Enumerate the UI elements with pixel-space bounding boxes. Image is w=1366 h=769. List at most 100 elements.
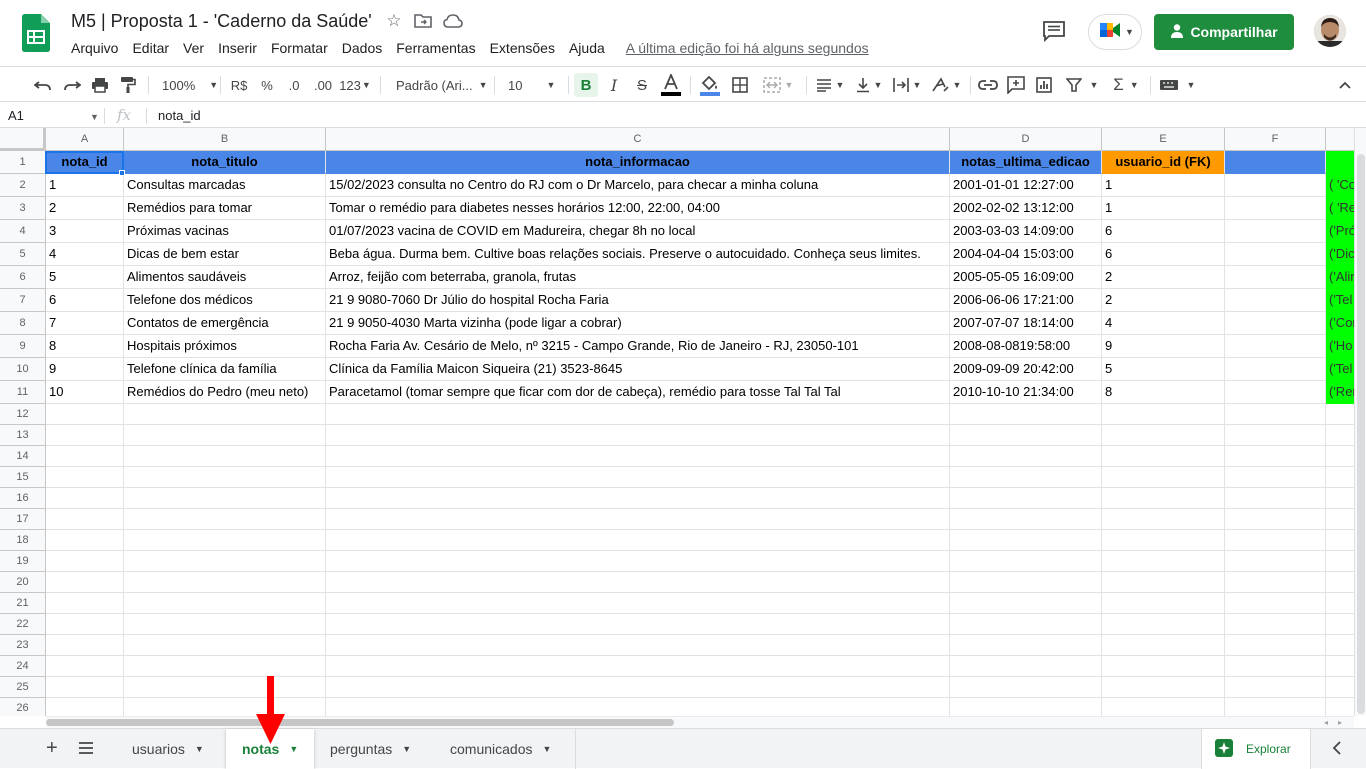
print-icon[interactable] [89,73,111,97]
cell[interactable] [950,677,1102,698]
menu-arquivo[interactable]: Arquivo [71,40,118,56]
cell[interactable] [950,404,1102,425]
cell[interactable] [1326,551,1354,572]
cell[interactable] [46,698,124,716]
cell[interactable] [1225,243,1326,266]
cell[interactable] [46,446,124,467]
spreadsheet-grid[interactable]: A B C D E F 1 2 3 4 5 6 7 8 9 10 11 12 13 14 15 16 17 18 19 20 21 2… [0,128,1354,716]
cell[interactable]: 7 [46,312,124,335]
strikethrough-icon[interactable]: S [631,73,653,97]
cell[interactable] [46,404,124,425]
cell[interactable]: Telefone dos médicos [124,289,326,312]
cell[interactable] [1102,509,1225,530]
cell[interactable]: ('Rer [1326,381,1354,404]
cell[interactable]: Arroz, feijão com beterraba, granola, fr… [326,266,950,289]
text-wrap-icon[interactable]: ▼ [890,73,924,97]
cell[interactable]: 1 [1102,197,1225,220]
cell[interactable]: Tomar o remédio para diabetes nesses hor… [326,197,950,220]
cell[interactable] [326,467,950,488]
cell[interactable]: 8 [1102,381,1225,404]
cell[interactable] [1225,698,1326,716]
horizontal-align-icon[interactable]: ▼ [812,73,848,97]
cell[interactable] [1326,572,1354,593]
redo-icon[interactable] [61,73,83,97]
row-header-9[interactable]: 9 [0,335,46,358]
scroll-left-icon[interactable]: ◂ [1324,718,1328,727]
cell[interactable] [1102,488,1225,509]
input-tools-icon[interactable]: ▼ [1156,73,1198,97]
column-header-d[interactable]: D [950,128,1102,151]
row-header-12[interactable]: 12 [0,404,46,425]
cell[interactable] [124,509,326,530]
cloud-saved-icon[interactable] [442,10,464,32]
italic-icon[interactable]: I [603,73,625,97]
undo-icon[interactable] [32,73,54,97]
cell[interactable] [46,572,124,593]
column-header-e[interactable]: E [1102,128,1225,151]
vertical-align-icon[interactable]: ▼ [852,73,886,97]
chevron-down-icon[interactable]: ▼ [90,112,99,122]
cell[interactable] [1225,593,1326,614]
cell[interactable] [124,614,326,635]
row-header-7[interactable]: 7 [0,289,46,312]
cell[interactable] [124,656,326,677]
header-cell[interactable]: nota_id [46,151,124,174]
row-header-23[interactable]: 23 [0,635,46,656]
cell[interactable] [124,425,326,446]
cell[interactable] [1225,467,1326,488]
meet-button[interactable]: ▼ [1088,14,1142,50]
column-header-b[interactable]: B [124,128,326,151]
comments-icon[interactable] [1042,20,1068,44]
insert-comment-icon[interactable] [1005,73,1027,97]
merge-cells-icon[interactable]: ▼ [757,73,799,97]
insert-link-icon[interactable] [977,73,999,97]
cell[interactable] [46,530,124,551]
row-header-18[interactable]: 18 [0,530,46,551]
cell[interactable]: 2003-03-03 14:09:00 [950,220,1102,243]
cell[interactable] [1326,467,1354,488]
cell[interactable]: Dicas de bem estar [124,243,326,266]
cell[interactable] [326,698,950,716]
sheets-logo-icon[interactable] [22,14,50,52]
cell[interactable]: 1 [1102,174,1225,197]
cell[interactable] [326,635,950,656]
all-sheets-icon[interactable] [78,741,94,760]
cell[interactable]: Próximas vacinas [124,220,326,243]
column-header-c[interactable]: C [326,128,950,151]
cell[interactable]: 6 [46,289,124,312]
cell[interactable] [124,530,326,551]
cell[interactable] [124,635,326,656]
cell[interactable] [1225,174,1326,197]
sheet-tab-comunicados[interactable]: comunicados ▼ [434,729,576,769]
cell[interactable]: ('Tel [1326,289,1354,312]
cell[interactable] [326,488,950,509]
cell[interactable] [46,425,124,446]
row-header-6[interactable]: 6 [0,266,46,289]
cell[interactable] [950,488,1102,509]
text-rotation-icon[interactable]: ▼ [928,73,964,97]
cell[interactable] [1326,656,1354,677]
formula-input[interactable]: nota_id [158,108,201,123]
explore-button[interactable]: Explorar [1201,729,1311,769]
cell[interactable]: 2001-01-01 12:27:00 [950,174,1102,197]
cell[interactable] [326,593,950,614]
cell[interactable] [46,656,124,677]
cell[interactable] [46,467,124,488]
cell[interactable]: 2010-10-10 21:34:00 [950,381,1102,404]
row-header-17[interactable]: 17 [0,509,46,530]
row-header-20[interactable]: 20 [0,572,46,593]
cell[interactable] [1326,509,1354,530]
row-header-15[interactable]: 15 [0,467,46,488]
cell[interactable] [46,677,124,698]
cell[interactable]: Clínica da Família Maicon Siqueira (21) … [326,358,950,381]
cell[interactable] [46,488,124,509]
increase-decimals-button[interactable]: .00 [310,73,336,97]
cell[interactable]: ('Alir [1326,266,1354,289]
cell[interactable] [1326,530,1354,551]
horizontal-scrollbar[interactable]: ◂ ▸ [46,716,1354,728]
fill-color-icon[interactable] [698,73,722,97]
cell[interactable] [1102,551,1225,572]
cell[interactable]: ('Ho [1326,335,1354,358]
cell[interactable] [326,572,950,593]
cell[interactable] [1225,266,1326,289]
